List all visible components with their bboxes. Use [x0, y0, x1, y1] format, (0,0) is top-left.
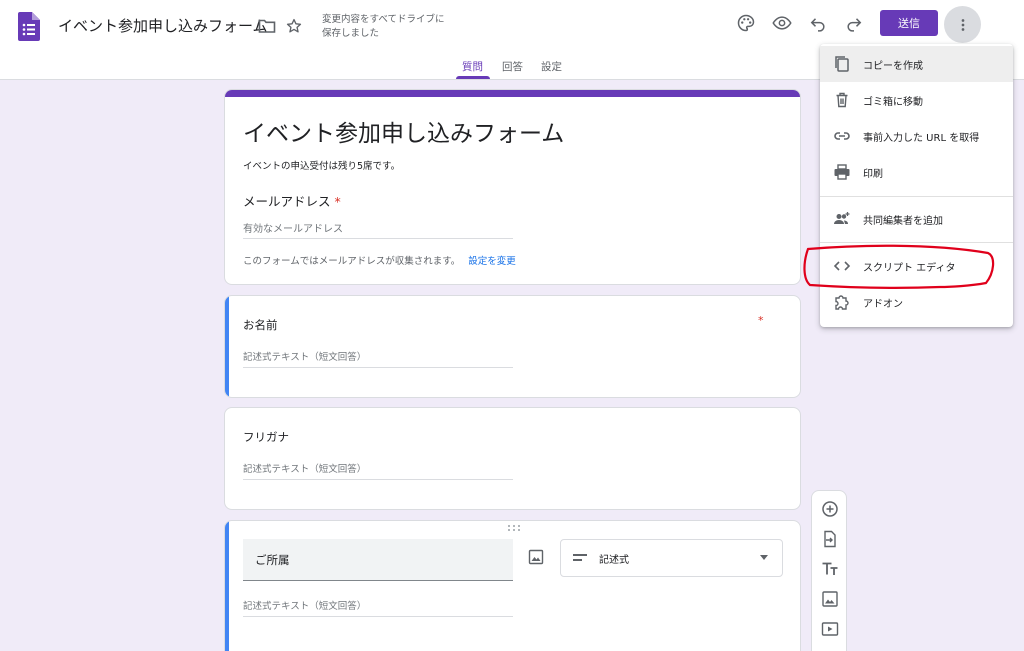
- email-underline: [243, 238, 513, 239]
- short-answer-placeholder: 記述式テキスト（短文回答）: [243, 464, 367, 475]
- form-description[interactable]: イベントの申込受付は残り5席です。: [243, 158, 400, 172]
- copy-icon: [835, 56, 849, 72]
- question-active-indicator: [225, 521, 229, 651]
- change-settings-link[interactable]: 設定を変更: [468, 256, 516, 267]
- palette-icon[interactable]: [736, 13, 756, 33]
- tab-settings[interactable]: 設定: [541, 59, 562, 74]
- send-button[interactable]: 送信: [880, 10, 938, 36]
- question-title[interactable]: お名前: [243, 317, 278, 333]
- question-title[interactable]: フリガナ: [243, 429, 289, 445]
- menu-item-move-to-trash[interactable]: ゴミ箱に移動: [820, 82, 1013, 118]
- answer-underline: [243, 367, 513, 368]
- add-image-icon[interactable]: [528, 549, 544, 565]
- question-active-indicator: [225, 296, 229, 397]
- menu-item-label: アドオン: [863, 299, 903, 310]
- menu-item-label: ゴミ箱に移動: [863, 97, 923, 108]
- menu-item-add-collaborators[interactable]: 共同編集者を追加: [820, 201, 1013, 237]
- menu-item-label: 事前入力した URL を取得: [863, 133, 980, 144]
- forms-logo-icon[interactable]: [18, 12, 40, 41]
- link-icon: [834, 132, 850, 140]
- short-answer-icon: [573, 554, 587, 561]
- menu-item-script-editor[interactable]: スクリプト エディタ: [820, 248, 1013, 284]
- menu-item-add-ons[interactable]: アドオン: [820, 284, 1013, 320]
- more-options-menu: コピーを作成 ゴミ箱に移動 事前入力した URL を取得 印刷 共同編集者を追加: [820, 44, 1013, 327]
- theme-color-bar: [225, 90, 800, 97]
- menu-item-label: スクリプト エディタ: [863, 263, 956, 274]
- dropdown-arrow-icon: [760, 555, 768, 560]
- menu-item-label: コピーを作成: [863, 61, 923, 72]
- form-title[interactable]: イベント参加申し込みフォーム: [58, 15, 268, 36]
- question-type-label: 記述式: [599, 555, 629, 566]
- answer-underline: [243, 479, 513, 480]
- email-label: メールアドレス *: [243, 191, 341, 210]
- active-tab-indicator: [456, 76, 490, 79]
- menu-divider: [820, 242, 1013, 243]
- menu-divider: [820, 196, 1013, 197]
- drag-handle-icon[interactable]: [507, 524, 521, 532]
- preview-eye-icon[interactable]: [772, 13, 792, 33]
- tab-responses[interactable]: 回答: [502, 59, 523, 74]
- menu-item-get-prefilled-url[interactable]: 事前入力した URL を取得: [820, 118, 1013, 154]
- add-question-icon[interactable]: [821, 500, 839, 518]
- add-video-icon[interactable]: [821, 620, 839, 638]
- email-label-text: メールアドレス: [243, 194, 331, 209]
- import-questions-icon[interactable]: [821, 530, 839, 548]
- undo-icon[interactable]: [808, 13, 828, 33]
- question-title: ご所属: [255, 553, 290, 567]
- question-type-dropdown[interactable]: 記述式: [560, 539, 783, 577]
- menu-item-print[interactable]: 印刷: [820, 154, 1013, 190]
- menu-item-make-copy[interactable]: コピーを作成: [820, 46, 1013, 82]
- trash-icon: [836, 92, 848, 108]
- email-collection-note: このフォームではメールアドレスが収集されます。 設定を変更: [243, 253, 516, 267]
- add-people-icon: [834, 212, 850, 224]
- puzzle-icon: [835, 295, 849, 310]
- form-heading[interactable]: イベント参加申し込みフォーム: [243, 114, 564, 148]
- question-toolbar: [811, 490, 847, 651]
- required-asterisk: *: [758, 314, 764, 327]
- folder-icon[interactable]: [258, 18, 276, 34]
- short-answer-placeholder: 記述式テキスト（短文回答）: [243, 601, 367, 612]
- add-title-icon[interactable]: [821, 560, 839, 578]
- print-icon: [834, 164, 850, 180]
- star-icon[interactable]: [285, 17, 303, 35]
- email-placeholder: 有効なメールアドレス: [243, 224, 343, 235]
- question-card-name[interactable]: お名前 * 記述式テキスト（短文回答）: [224, 295, 801, 398]
- collect-note-text: このフォームではメールアドレスが収集されます。: [243, 256, 461, 267]
- answer-underline: [243, 616, 513, 617]
- question-title-input[interactable]: ご所属: [243, 539, 513, 581]
- menu-item-label: 共同編集者を追加: [863, 216, 943, 227]
- save-status: 変更内容をすべてドライブに保存しました: [322, 14, 445, 39]
- form-header-card[interactable]: イベント参加申し込みフォーム イベントの申込受付は残り5席です。 メールアドレス…: [224, 89, 801, 285]
- tab-questions[interactable]: 質問: [462, 59, 483, 74]
- add-image-icon[interactable]: [821, 590, 839, 608]
- menu-item-label: 印刷: [863, 169, 883, 180]
- required-asterisk: *: [334, 194, 341, 209]
- more-vert-icon: [961, 18, 964, 31]
- code-icon: [833, 261, 851, 271]
- question-card-affiliation[interactable]: ご所属 記述式 記述式テキスト（短文回答）: [224, 520, 801, 651]
- short-answer-placeholder: 記述式テキスト（短文回答）: [243, 352, 367, 363]
- more-options-button[interactable]: [944, 6, 981, 43]
- redo-icon[interactable]: [844, 13, 864, 33]
- question-card-furigana[interactable]: フリガナ 記述式テキスト（短文回答）: [224, 407, 801, 510]
